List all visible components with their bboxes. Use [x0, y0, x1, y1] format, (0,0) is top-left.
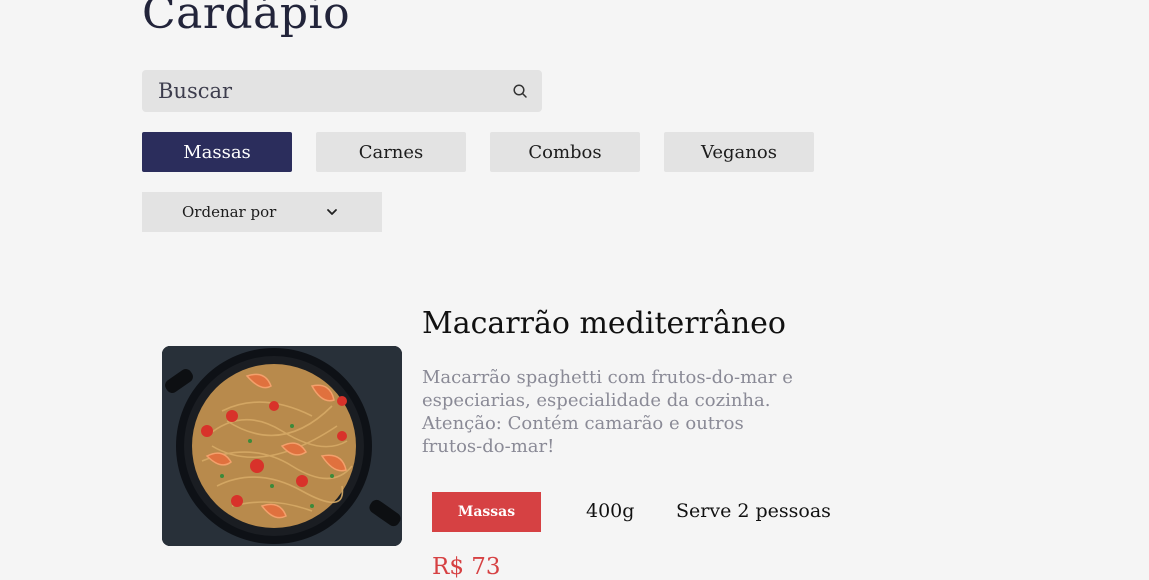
category-massas-button[interactable]: Massas: [142, 132, 292, 172]
sort-dropdown[interactable]: Ordenar por: [142, 192, 382, 232]
category-veganos-button[interactable]: Veganos: [664, 132, 814, 172]
product-category-tag: Massas: [432, 492, 541, 532]
category-carnes-button[interactable]: Carnes: [316, 132, 466, 172]
product-serves: Serve 2 pessoas: [676, 500, 831, 522]
pasta-dish-image: [162, 346, 402, 546]
search-bar: [142, 70, 542, 112]
product-weight: 400g: [586, 500, 635, 522]
product-name: Macarrão mediterrâneo: [422, 306, 786, 341]
chevron-down-icon: [327, 209, 337, 215]
product-image[interactable]: [162, 346, 402, 546]
product-description: Macarrão spaghetti com frutos-do-mar e e…: [422, 367, 793, 457]
search-icon[interactable]: [512, 83, 528, 99]
search-input[interactable]: [142, 70, 518, 112]
category-combos-button[interactable]: Combos: [490, 132, 640, 172]
sort-label: Ordenar por: [182, 203, 277, 221]
page-title: Cardápio: [142, 0, 351, 39]
product-price: R$ 73: [432, 554, 501, 580]
